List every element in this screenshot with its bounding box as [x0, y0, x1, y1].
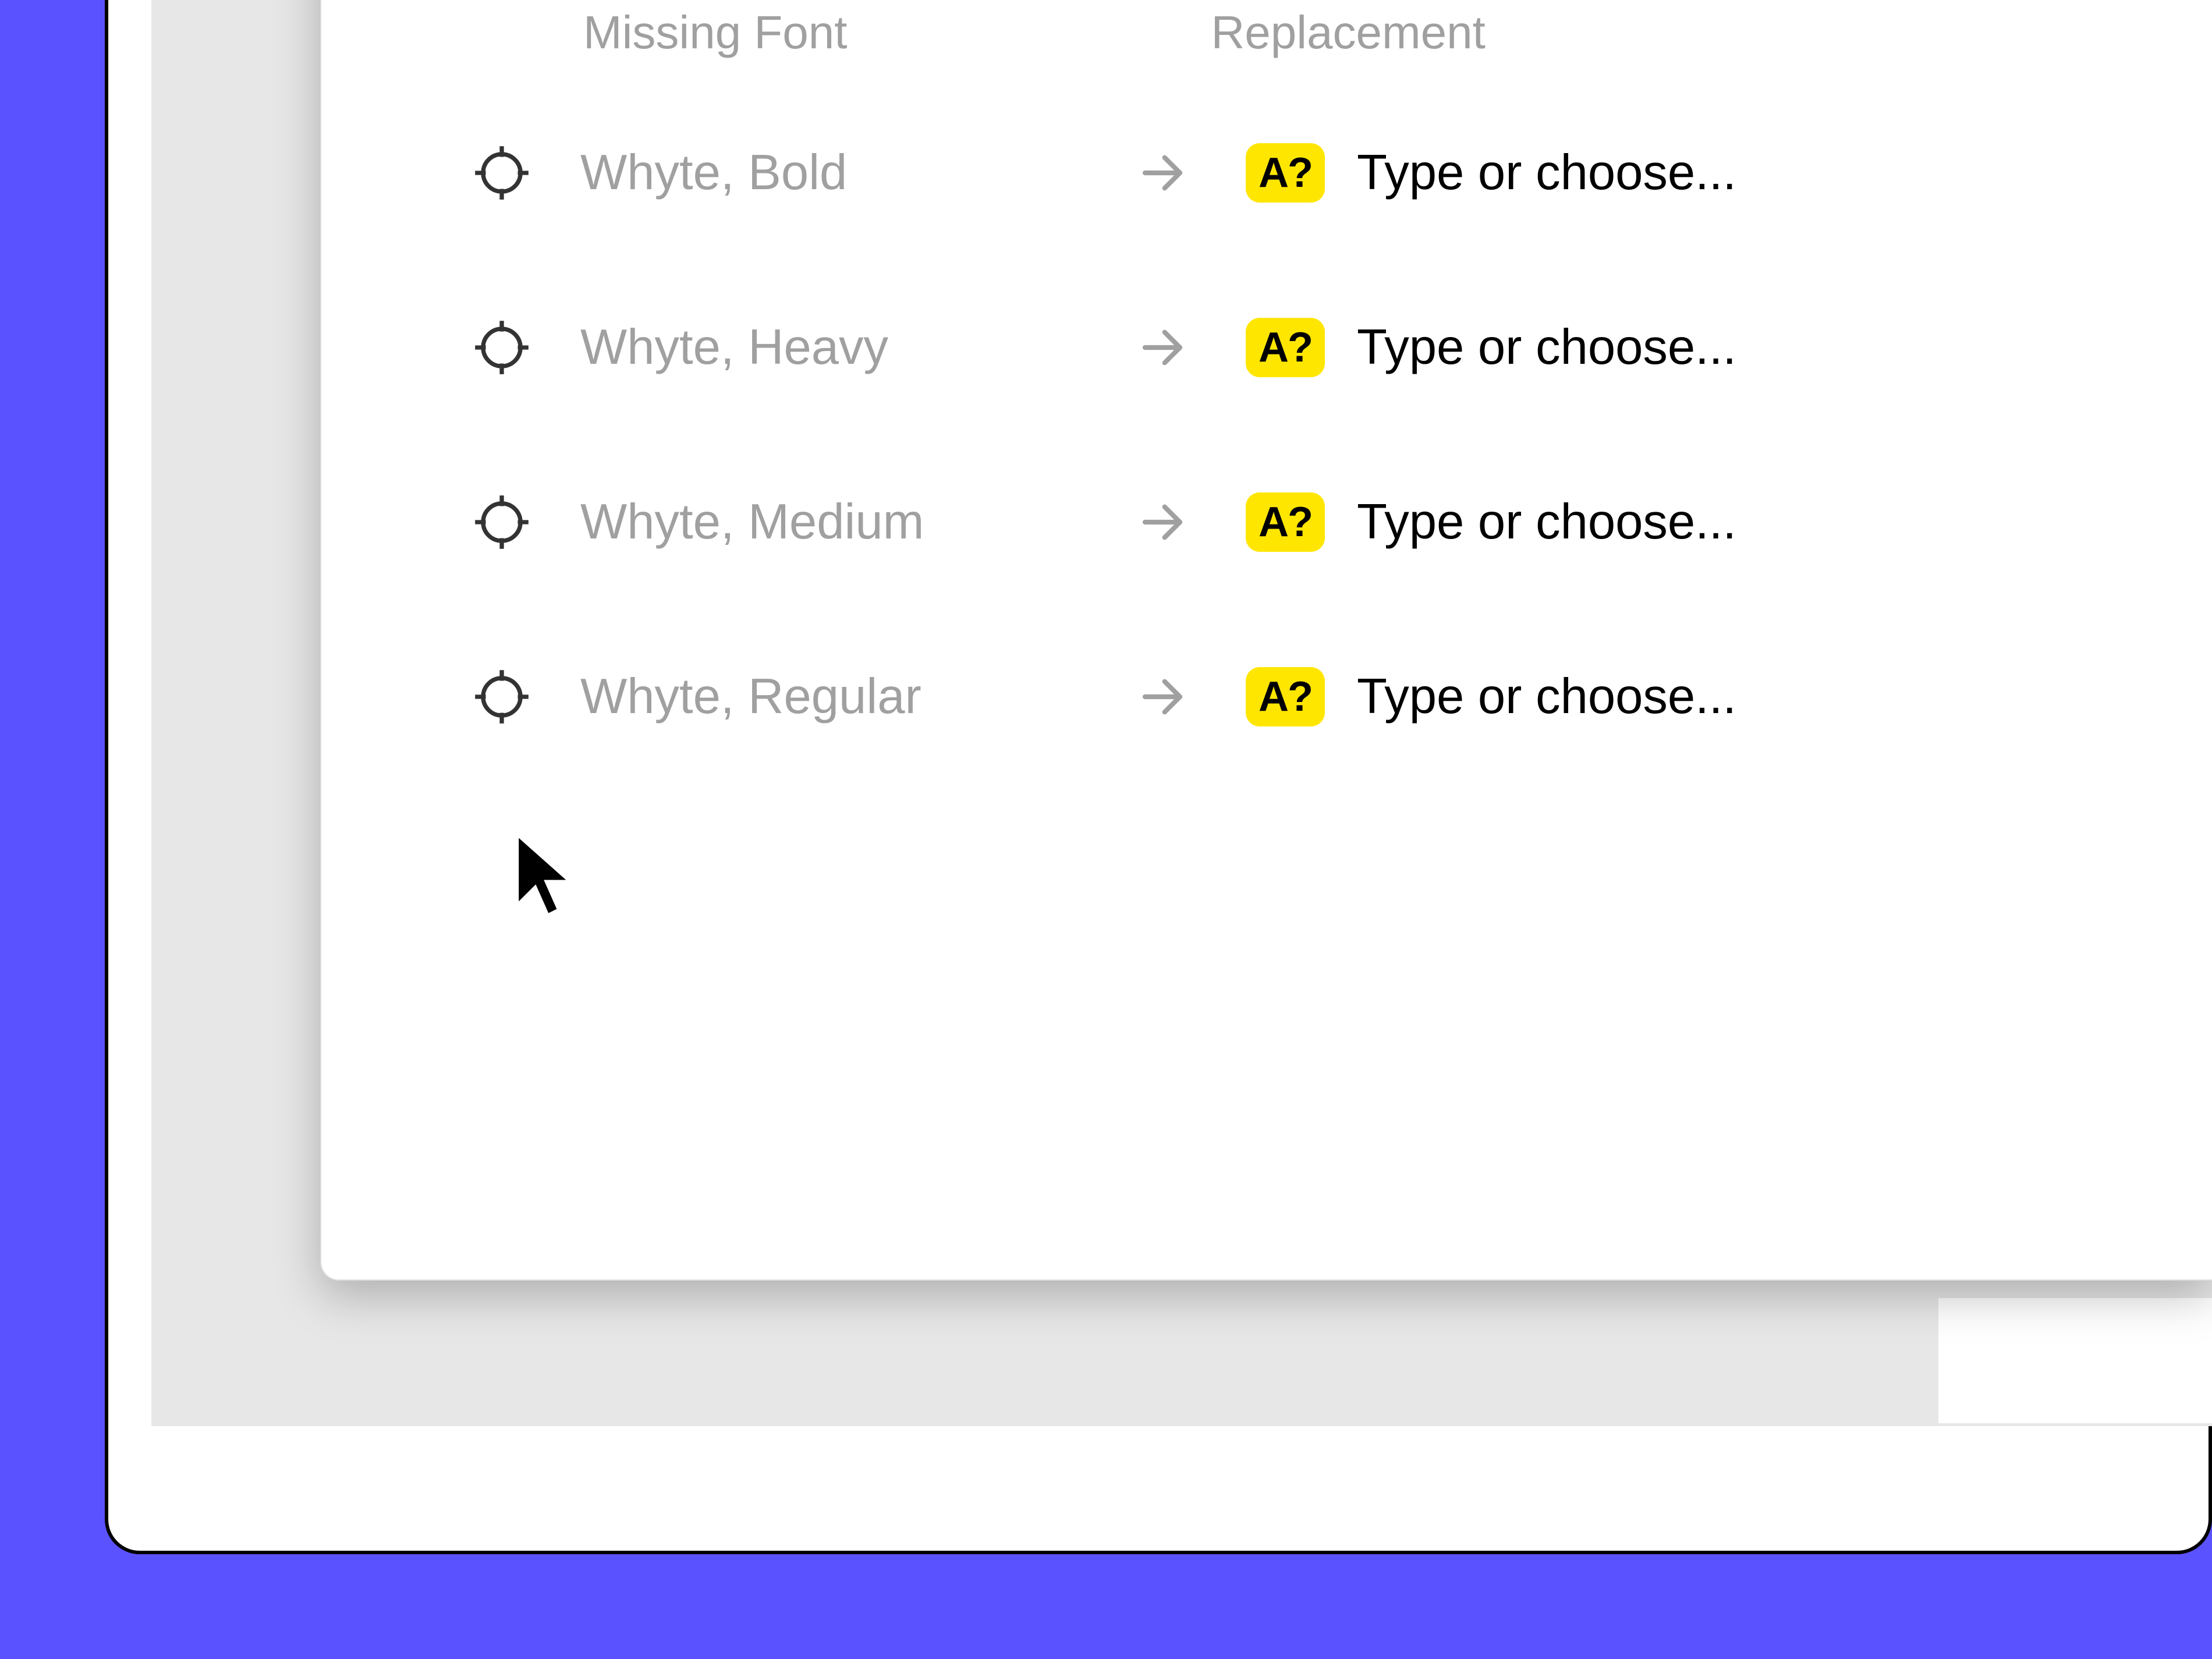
arrow-right-icon — [1130, 665, 1194, 729]
font-row: Whyte, Medium A? Type or choose... — [321, 484, 2212, 560]
replacement-header: Replacement — [1211, 6, 1485, 59]
replacement-input[interactable]: Type or choose... — [1357, 144, 1736, 201]
missing-font-badge: A? — [1246, 318, 1325, 377]
font-row: Whyte, Regular A? Type or choose... — [321, 659, 2212, 735]
font-row: Whyte, Bold A? Type or choose... — [321, 135, 2212, 211]
missing-font-badge: A? — [1246, 667, 1325, 726]
missing-font-name: Whyte, Bold — [580, 144, 1130, 201]
missing-font-name: Whyte, Regular — [580, 668, 1130, 725]
arrow-right-icon — [1130, 490, 1194, 554]
replacement-input[interactable]: Type or choose... — [1357, 494, 1736, 551]
target-icon[interactable] — [467, 313, 537, 382]
missing-font-badge: A? — [1246, 492, 1325, 552]
target-icon[interactable] — [467, 138, 537, 208]
missing-font-badge: A? — [1246, 143, 1325, 203]
replacement-input[interactable]: Type or choose... — [1357, 668, 1736, 725]
missing-font-name: Whyte, Heavy — [580, 319, 1130, 376]
arrow-right-icon — [1130, 316, 1194, 380]
target-icon[interactable] — [467, 487, 537, 557]
white-strip — [1938, 1298, 2212, 1423]
arrow-right-icon — [1130, 141, 1194, 205]
replacement-input[interactable]: Type or choose... — [1357, 319, 1736, 376]
missing-font-header: Missing Font — [583, 6, 847, 59]
missing-font-name: Whyte, Medium — [580, 494, 1130, 551]
column-headers: Missing Font Replacement — [321, 6, 2212, 59]
font-row: Whyte, Heavy A? Type or choose... — [321, 310, 2212, 385]
missing-fonts-modal: Missing Font Replacement Whyte, Bold — [320, 0, 2212, 1281]
target-icon[interactable] — [467, 662, 537, 732]
